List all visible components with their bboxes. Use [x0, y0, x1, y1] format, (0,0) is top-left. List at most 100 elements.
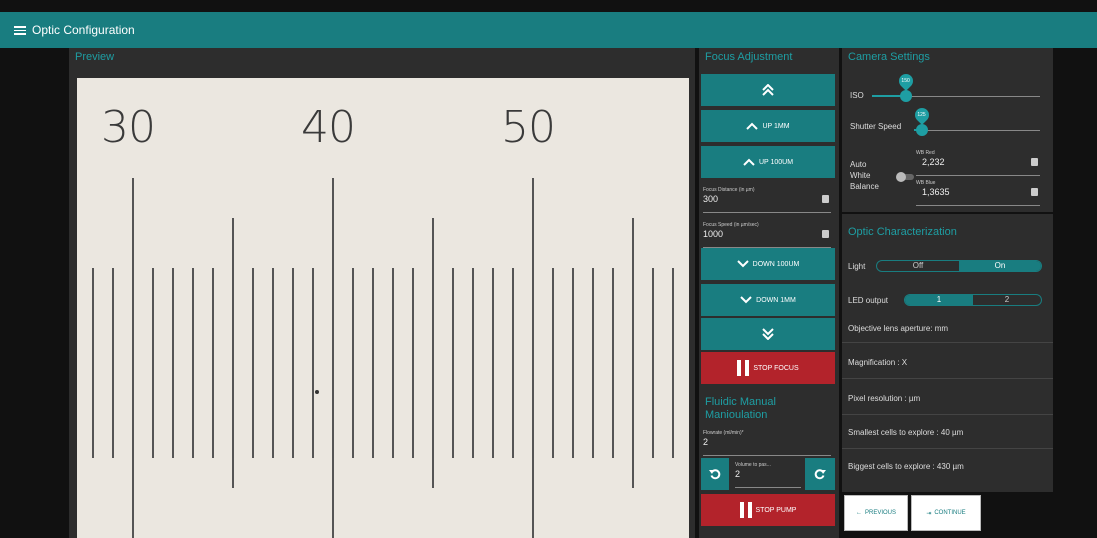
spinner-icon[interactable]	[1031, 158, 1038, 166]
down-100um-button[interactable]: DOWN 100UM	[701, 248, 835, 280]
shutter-slider-knob[interactable]	[915, 124, 928, 136]
optic-title: Optic Characterization	[848, 226, 957, 238]
focus-speed-label: Focus Speed (in µm/sec)	[703, 222, 759, 228]
continue-label: CONTINUE	[934, 510, 966, 516]
focus-speed-field[interactable]: Focus Speed (in µm/sec) 1000	[703, 220, 831, 248]
light-off-option[interactable]: Off	[877, 261, 959, 271]
preview-title: Preview	[75, 51, 115, 63]
wb-blue-field[interactable]: WB Blue 1,3635	[916, 178, 1040, 206]
scale-tick	[492, 268, 494, 458]
up-fast-button[interactable]	[701, 74, 835, 106]
scale-number: 40	[301, 102, 356, 153]
fluidic-title: Fluidic Manual Manioulation	[705, 396, 776, 421]
down-100um-label: DOWN 100UM	[752, 260, 800, 268]
preview-panel: Preview 30 40 50	[69, 48, 695, 538]
camera-panel: Camera Settings ISO 150 Shutter Speed 12…	[842, 48, 1053, 212]
light-on-option[interactable]: On	[959, 261, 1041, 271]
led-label: LED output	[848, 296, 889, 305]
menu-icon[interactable]	[14, 25, 26, 35]
down-fast-button[interactable]	[701, 318, 835, 350]
scale-tick	[612, 268, 614, 458]
light-label: Light	[848, 262, 866, 271]
scale-tick	[352, 268, 354, 458]
scale-number: 50	[501, 102, 556, 153]
shutter-value: 125	[917, 112, 926, 118]
app-header: Optic Configuration	[0, 12, 1097, 48]
scale-tick	[512, 268, 514, 458]
double-chevron-up-icon	[762, 84, 774, 96]
chevron-down-icon	[740, 296, 752, 304]
scale-tick	[212, 268, 214, 458]
wb-red-value: 2,232	[922, 157, 945, 167]
scale-tick	[472, 268, 474, 458]
chevron-up-icon	[743, 158, 755, 166]
volume-label: Volume to pas...	[735, 462, 771, 468]
flowrate-field[interactable]: Flowrate (ml/min)* 2	[703, 428, 831, 456]
awb-toggle[interactable]	[896, 172, 914, 182]
focus-speed-value: 1000	[703, 229, 724, 239]
scale-tick	[332, 178, 334, 538]
spinner-icon[interactable]	[822, 230, 829, 238]
up-100um-label: UP 100UM	[758, 158, 794, 166]
divider	[842, 378, 1053, 379]
divider	[842, 342, 1053, 343]
scale-tick	[252, 268, 254, 458]
shutter-slider-track[interactable]	[914, 130, 1040, 131]
spinner-icon[interactable]	[1031, 188, 1038, 196]
volume-value: 2	[735, 469, 741, 479]
flowrate-label: Flowrate (ml/min)*	[703, 430, 744, 436]
pixel-res-text: Pixel resolution : µm	[848, 394, 921, 403]
continue-button[interactable]: ⇥ CONTINUE	[911, 495, 981, 531]
scale-tick	[572, 268, 574, 458]
scale-tick	[172, 268, 174, 458]
rotate-cw-button[interactable]	[805, 458, 835, 490]
spinner-icon[interactable]	[822, 195, 829, 203]
scale-tick	[672, 268, 674, 458]
scale-tick	[312, 268, 314, 458]
led-1-option[interactable]: 1	[905, 295, 973, 305]
scale-tick	[132, 178, 134, 538]
scale-tick	[192, 268, 194, 458]
up-100um-button[interactable]: UP 100UM	[701, 146, 835, 178]
scale-tick	[652, 268, 654, 458]
up-1mm-label: UP 1MM	[762, 122, 790, 130]
light-toggle[interactable]: Off On	[876, 260, 1042, 272]
shutter-label: Shutter Speed	[850, 122, 902, 131]
app-title: Optic Configuration	[32, 23, 135, 37]
scale-tick	[412, 268, 414, 458]
focus-distance-value: 300	[703, 194, 719, 204]
rotate-cw-icon	[814, 469, 826, 480]
volume-field[interactable]: Volume to pas... 2	[735, 460, 801, 488]
magnification-text: Magnification : X	[848, 358, 908, 367]
focus-title: Focus Adjustment	[705, 51, 793, 63]
down-1mm-label: DOWN 1MM	[756, 296, 796, 304]
iso-slider-knob[interactable]	[899, 90, 912, 102]
iso-value: 150	[901, 78, 910, 84]
flowrate-value: 2	[703, 437, 709, 447]
pause-icon	[737, 360, 750, 376]
down-1mm-button[interactable]: DOWN 1MM	[701, 284, 835, 316]
scale-tick	[552, 268, 554, 458]
rotate-ccw-icon	[709, 469, 721, 480]
aperture-text: Objective lens aperture: mm	[848, 324, 949, 333]
divider	[842, 414, 1053, 415]
scale-tick	[452, 268, 454, 458]
focus-distance-field[interactable]: Focus Distance (in µm) 300	[703, 185, 831, 213]
rotate-ccw-button[interactable]	[701, 458, 729, 490]
wb-red-field[interactable]: WB Red 2,232	[916, 148, 1040, 176]
stop-pump-button[interactable]: STOP PUMP	[701, 494, 835, 526]
pause-icon	[739, 502, 752, 518]
awb-label-1: Auto	[850, 160, 867, 169]
chevron-down-icon	[736, 260, 749, 268]
stop-pump-label: STOP PUMP	[755, 506, 797, 514]
up-1mm-button[interactable]: UP 1MM	[701, 110, 835, 142]
previous-button[interactable]: ← PREVIOUS	[844, 495, 908, 531]
preview-image: 30 40 50	[77, 78, 689, 538]
arrow-left-icon: ←	[855, 510, 862, 516]
stop-focus-button[interactable]: STOP FOCUS	[701, 352, 835, 384]
focus-distance-label: Focus Distance (in µm)	[703, 187, 755, 193]
scale-number: 30	[101, 102, 156, 153]
led-2-option[interactable]: 2	[973, 295, 1041, 305]
led-toggle[interactable]: 1 2	[904, 294, 1042, 306]
optic-panel: Optic Characterization Light Off On LED …	[842, 214, 1053, 492]
